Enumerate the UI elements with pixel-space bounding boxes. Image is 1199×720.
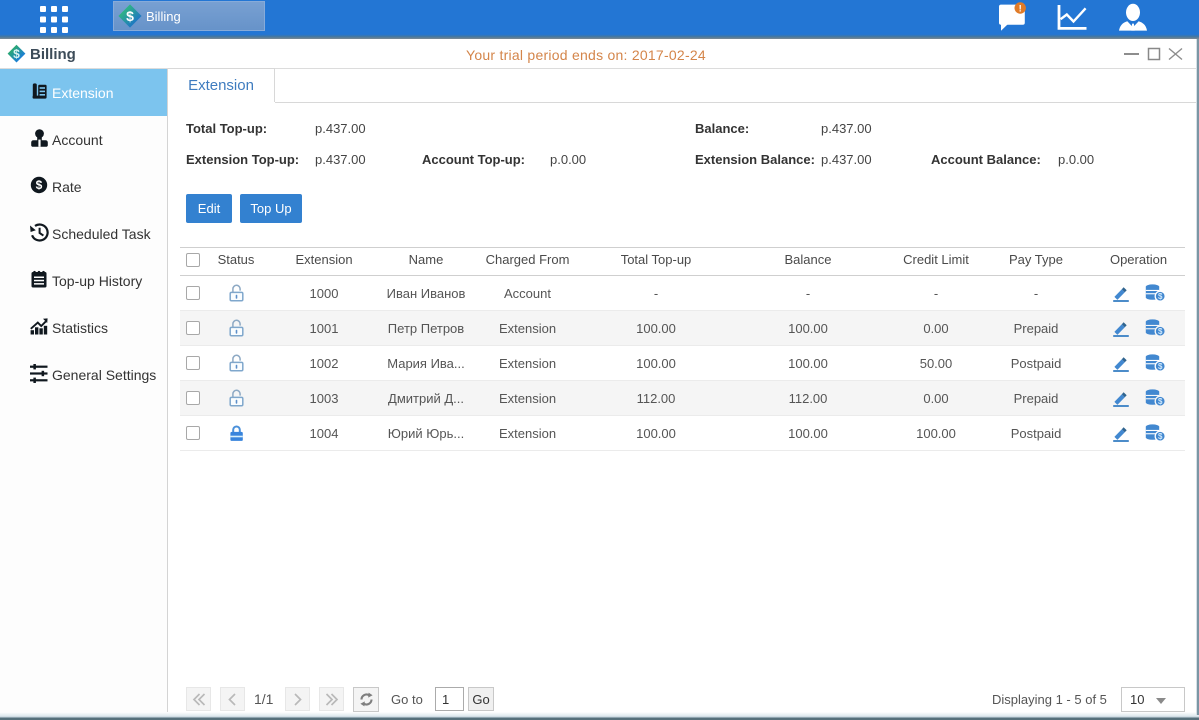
svg-text:$: $: [1157, 432, 1162, 441]
svg-text:$: $: [1157, 327, 1162, 336]
svg-text:$: $: [1157, 362, 1162, 371]
svg-text:$: $: [1157, 292, 1162, 301]
svg-text:!: !: [1019, 4, 1022, 15]
svg-text:$: $: [126, 8, 134, 24]
svg-text:$: $: [36, 178, 43, 192]
svg-text:$: $: [1157, 397, 1162, 406]
